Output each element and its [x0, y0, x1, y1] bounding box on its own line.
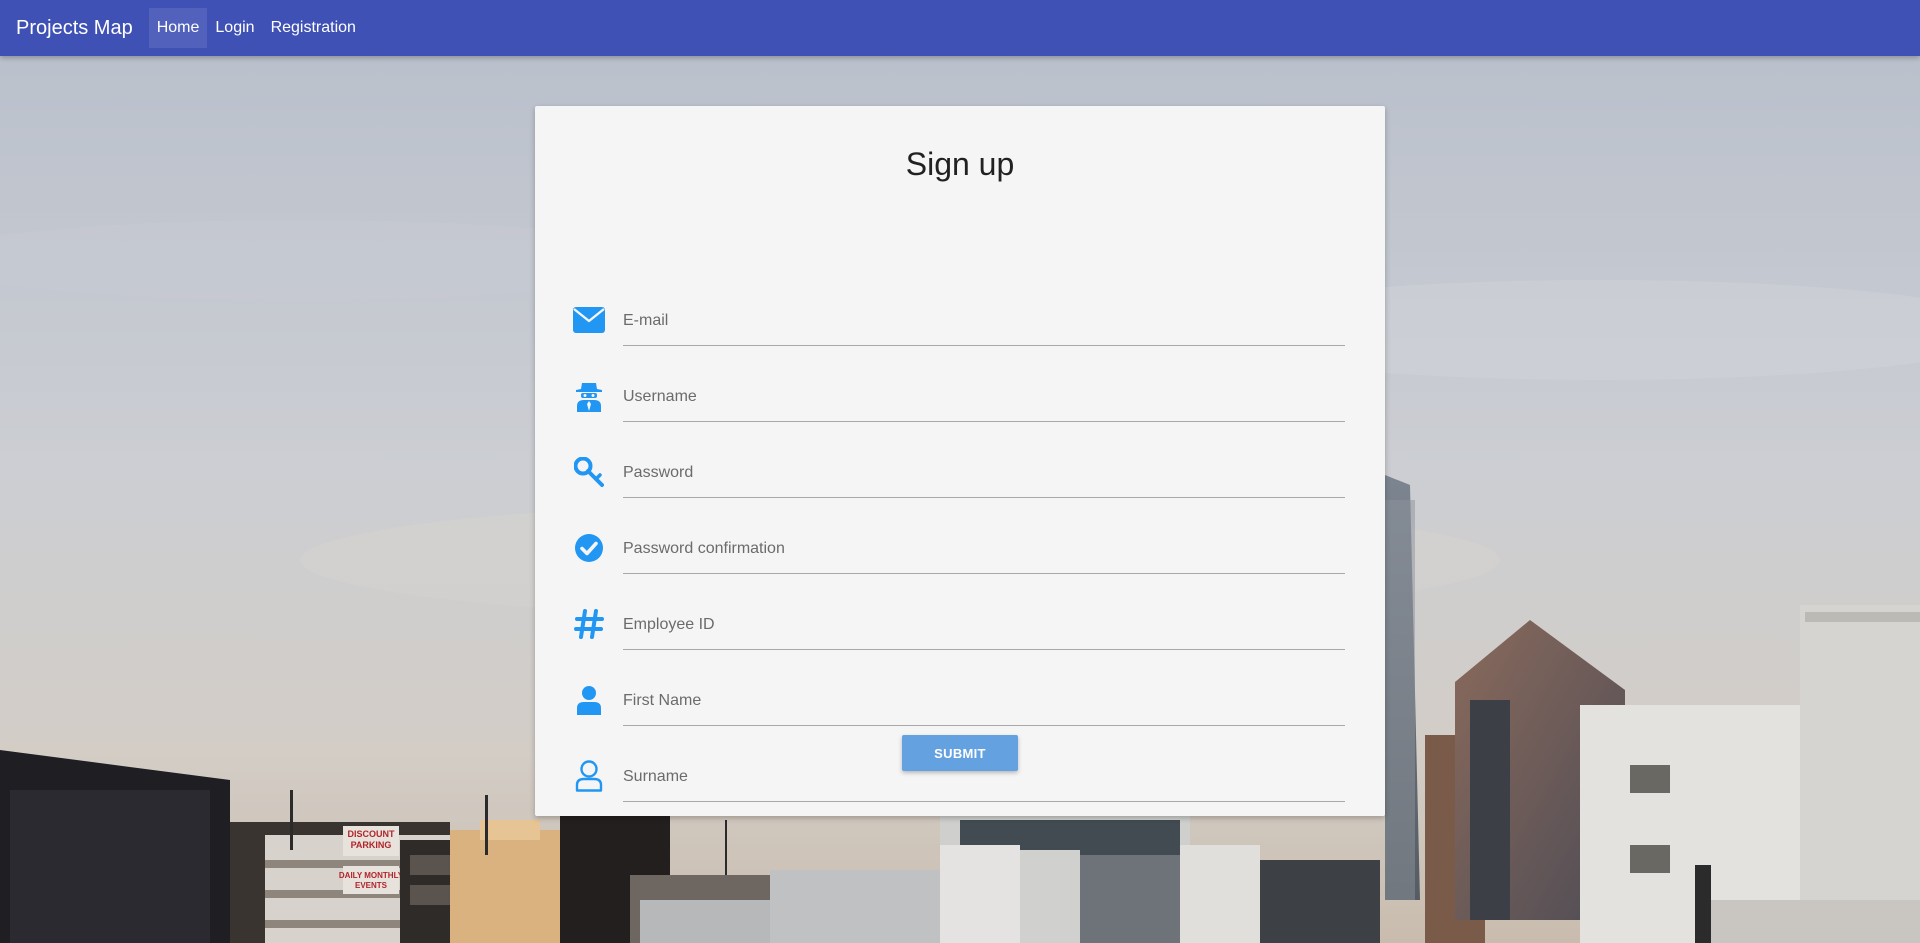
username-input[interactable]: [623, 372, 1345, 422]
user-solid-icon: [573, 684, 605, 716]
first-name-field-row: [573, 676, 1345, 736]
password-confirmation-field-row: [573, 524, 1345, 584]
svg-text:DAILY MONTHLY: DAILY MONTHLY: [339, 871, 404, 880]
hashtag-icon: [573, 608, 605, 640]
check-circle-icon: [573, 532, 605, 564]
password-field-row: [573, 448, 1345, 508]
email-field-row: [573, 296, 1345, 356]
first-name-input[interactable]: [623, 676, 1345, 726]
employee-id-field-row: [573, 600, 1345, 660]
svg-text:PARKING: PARKING: [351, 840, 392, 850]
envelope-icon: [573, 304, 605, 336]
nav-item-login[interactable]: Login: [207, 8, 262, 48]
employee-id-input[interactable]: [623, 600, 1345, 650]
password-input[interactable]: [623, 448, 1345, 498]
parking-sign-text: DISCOUNT: [348, 829, 396, 839]
signup-card: Sign up E-mail Username Employee ID Firs…: [535, 106, 1385, 816]
page-title: Sign up: [905, 146, 1015, 182]
top-navbar: Projects Map Home Login Registration: [0, 0, 1920, 56]
brand-logo-link[interactable]: Projects Map: [16, 17, 133, 40]
key-icon: [573, 456, 605, 488]
nav-item-home[interactable]: Home: [148, 8, 208, 48]
nav-item-registration[interactable]: Registration: [263, 8, 364, 48]
user-outline-icon: [573, 760, 605, 792]
submit-button[interactable]: SUBMIT: [902, 735, 1018, 771]
svg-text:EVENTS: EVENTS: [355, 881, 388, 890]
spy-icon: [573, 380, 605, 412]
password-confirmation-input[interactable]: [623, 524, 1345, 574]
username-field-row: [573, 372, 1345, 432]
email-input[interactable]: [623, 296, 1345, 346]
